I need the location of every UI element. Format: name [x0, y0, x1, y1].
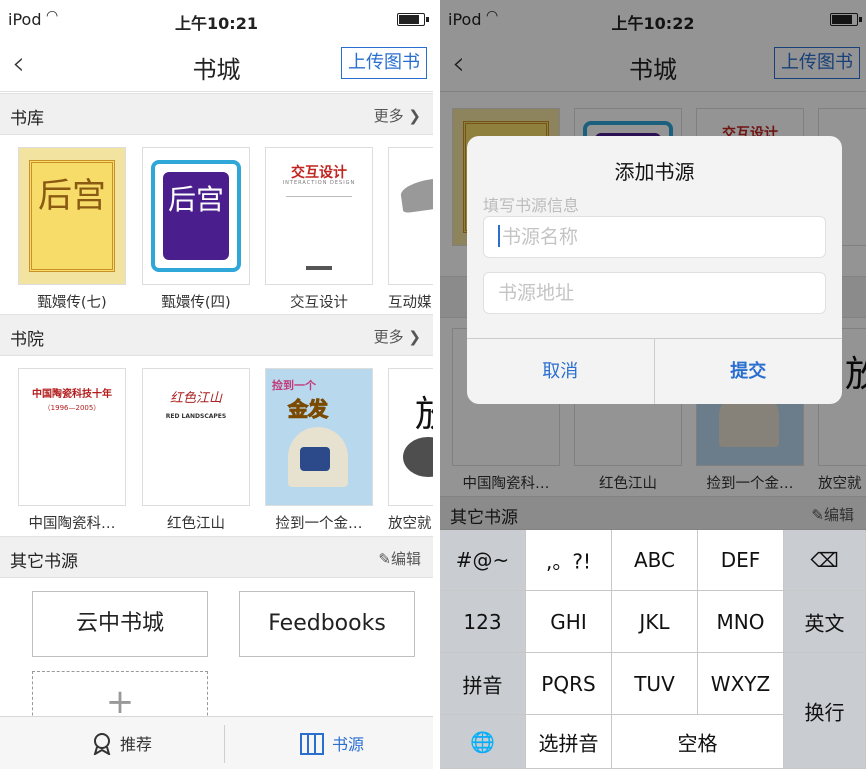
dialog-hint: 填写书源信息 — [483, 196, 580, 215]
book-title: 捡到一个金… — [275, 516, 363, 532]
backspace-icon[interactable]: ⌫ — [784, 530, 866, 591]
book-item[interactable]: 红色江山 RED LANDSCAPES 红色江山 — [142, 368, 250, 533]
submit-button[interactable]: 提交 — [655, 339, 843, 404]
globe-icon[interactable]: 🌐 — [440, 715, 526, 769]
book-title: 红色江山 — [167, 516, 225, 532]
section-header-other-sources: 其它书源 ✎编辑 — [0, 536, 433, 578]
book-cover: 后宫 — [18, 147, 126, 285]
book-cover: 互动 — [388, 147, 433, 285]
more-link[interactable]: 更多 ❯ — [374, 105, 421, 126]
academy-book-row: 中国陶瓷科技十年 （1996—2005） 中国陶瓷科… 红色江山 RED LAN… — [0, 356, 433, 534]
key-ghi[interactable]: GHI — [526, 591, 612, 653]
add-source-dialog: 添加书源 填写书源信息 书源名称 书源地址 取消 提交 — [467, 136, 842, 404]
wifi-icon: ◠ — [46, 8, 59, 24]
tab-sources[interactable]: 书源 — [300, 731, 364, 759]
tab-recommend[interactable]: 推荐 — [92, 731, 152, 759]
text-cursor — [498, 225, 500, 247]
dialog-buttons: 取消 提交 — [467, 338, 842, 404]
battery-icon — [397, 13, 429, 26]
book-title: 互动媒 — [388, 295, 432, 311]
key-english[interactable]: 英文 — [784, 591, 866, 653]
key-tuv[interactable]: TUV — [612, 653, 698, 715]
tab-bar: 推荐 书源 — [0, 716, 433, 769]
key-def[interactable]: DEF — [698, 530, 784, 591]
more-link[interactable]: 更多 ❯ — [374, 326, 421, 347]
key-wxyz[interactable]: WXYZ — [698, 653, 784, 715]
key-return[interactable]: 换行 — [784, 653, 866, 769]
key-symbols[interactable]: #@~ — [440, 530, 526, 591]
chevron-left-icon[interactable]: ‹ — [12, 44, 25, 82]
section-label: 书库 — [10, 109, 44, 129]
source-name-field[interactable]: 书源名称 — [483, 216, 826, 258]
book-item[interactable]: 放 放空就 — [388, 368, 433, 533]
left-screen: iPod ◠ 上午10:21 ‹ 书城 上传图书 书库 更多 ❯ 后宫 甄嬛传(… — [0, 0, 433, 769]
recommend-icon — [92, 732, 112, 759]
key-space[interactable]: 空格 — [612, 715, 784, 769]
nav-bar: ‹ 书城 上传图书 — [0, 38, 433, 92]
book-item[interactable]: 捡到一个 金发 捡到一个金… — [265, 368, 373, 533]
book-cover: 后宫 — [142, 147, 250, 285]
key-mno[interactable]: MNO — [698, 591, 784, 653]
book-cover: 放 — [388, 368, 433, 506]
key-pqrs[interactable]: PQRS — [526, 653, 612, 715]
key-abc[interactable]: ABC — [612, 530, 698, 591]
cancel-button[interactable]: 取消 — [467, 339, 655, 404]
clock: 上午10:21 — [175, 14, 258, 33]
source-url-field[interactable]: 书源地址 — [483, 272, 826, 314]
book-title: 中国陶瓷科… — [28, 516, 116, 532]
section-header-academy: 书院 更多 ❯ — [0, 314, 433, 356]
dialog-title: 添加书源 — [614, 160, 695, 184]
status-bar: iPod ◠ 上午10:21 — [0, 0, 433, 38]
book-title: 交互设计 — [290, 295, 348, 311]
book-title: 甄嬛传(四) — [161, 295, 231, 311]
book-title: 甄嬛传(七) — [37, 295, 107, 311]
key-punct[interactable]: ,。?! — [526, 530, 612, 591]
key-pinyin[interactable]: 拼音 — [440, 653, 526, 715]
section-header-library: 书库 更多 ❯ — [0, 93, 433, 135]
page-title: 书城 — [192, 56, 241, 84]
book-item[interactable]: 互动 互动媒 — [388, 147, 433, 312]
upload-book-button[interactable]: 上传图书 — [341, 47, 427, 79]
device-label: iPod — [8, 10, 42, 29]
book-item[interactable]: 交互设计 INTERACTION DESIGN 交互设计 — [265, 147, 373, 312]
section-label: 书院 — [10, 330, 44, 350]
book-item[interactable]: 中国陶瓷科技十年 （1996—2005） 中国陶瓷科… — [18, 368, 126, 533]
keyboard: #@~ ,。?! ABC DEF ⌫ 123 GHI JKL MNO 英文 拼音… — [440, 530, 866, 769]
library-book-row: 后宫 甄嬛传(七) 后宫 甄嬛传(四) 交互设计 INTERACTION DES… — [0, 135, 433, 313]
right-screen: iPod ◠ 上午10:22 ‹ 书城 上传图书 交互设计 互动 中国陶瓷科… … — [440, 0, 866, 769]
book-cover: 红色江山 RED LANDSCAPES — [142, 368, 250, 506]
book-cover: 交互设计 INTERACTION DESIGN — [265, 147, 373, 285]
book-cover: 中国陶瓷科技十年 （1996—2005） — [18, 368, 126, 506]
edit-button[interactable]: ✎编辑 — [378, 548, 421, 569]
source-card[interactable]: 云中书城 — [32, 591, 208, 657]
pencil-icon: ✎ — [378, 550, 391, 568]
source-card[interactable]: Feedbooks — [239, 591, 415, 657]
book-item[interactable]: 后宫 甄嬛传(四) — [142, 147, 250, 312]
book-title: 放空就 — [388, 516, 432, 532]
key-jkl[interactable]: JKL — [612, 591, 698, 653]
book-cover: 捡到一个 金发 — [265, 368, 373, 506]
book-item[interactable]: 后宫 甄嬛传(七) — [18, 147, 126, 312]
key-numbers[interactable]: 123 — [440, 591, 526, 653]
bookshelf-icon — [300, 732, 324, 759]
key-select-pinyin[interactable]: 选拼音 — [526, 715, 612, 769]
section-label: 其它书源 — [10, 552, 78, 572]
